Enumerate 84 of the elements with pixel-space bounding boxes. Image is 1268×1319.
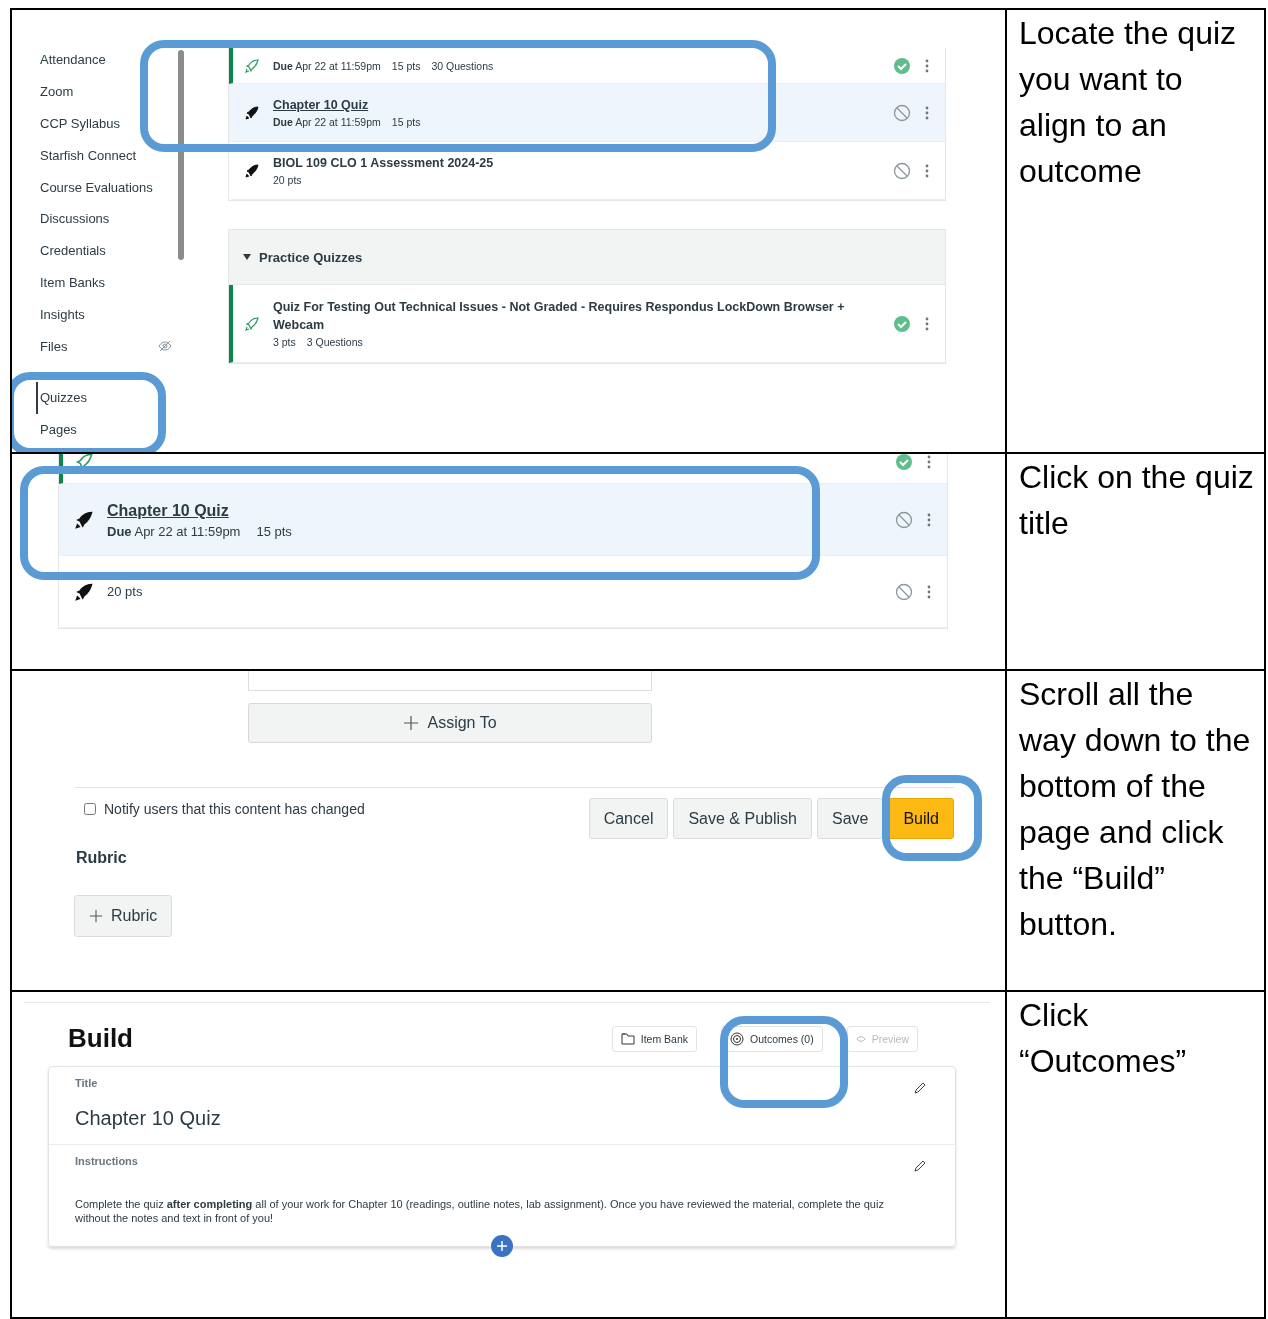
more-options-icon[interactable] — [927, 454, 931, 469]
more-options-icon[interactable] — [925, 163, 929, 178]
form-button[interactable]: Save & Publish — [673, 798, 812, 839]
course-nav-link[interactable]: Item Banks — [36, 266, 172, 299]
field-label: Instructions — [75, 1155, 138, 1167]
checkbox[interactable] — [84, 803, 96, 815]
quiz-row[interactable]: Due Apr 22 at 11:59pm 15 pts 30 Questions — [229, 48, 945, 84]
hidden-eye-icon — [158, 340, 172, 353]
quiz-title: Chapter 10 Quiz — [75, 1107, 222, 1130]
add-rubric-button[interactable]: Rubric — [74, 895, 173, 937]
more-options-icon[interactable] — [927, 512, 931, 527]
course-nav-link[interactable]: Course Evaluations — [36, 171, 172, 203]
quiz-meta: Due Apr 22 at 11:59pm — [273, 116, 381, 129]
rocket-icon — [245, 316, 259, 331]
more-options-icon[interactable] — [925, 316, 929, 331]
rocket-icon — [75, 510, 93, 529]
target-icon — [730, 1031, 745, 1046]
quiz-title-link[interactable]: Quiz For Testing Out Technical Issues - Not Graded - Requires Respondus LockDown Browser + Webcam — [273, 299, 879, 334]
edit-icon[interactable] — [913, 1159, 927, 1173]
plus-icon — [89, 909, 103, 923]
notify-checkbox[interactable]: Notify users that this content has changed — [84, 798, 365, 820]
course-nav-link[interactable]: CCP Syllabus — [36, 107, 172, 140]
more-options-icon[interactable] — [925, 105, 929, 120]
quiz-meta: Due Apr 22 at 11:59pm — [273, 59, 381, 72]
primary-button[interactable]: Build — [888, 798, 954, 839]
edit-icon[interactable] — [913, 1081, 927, 1095]
course-nav-link[interactable]: Files — [36, 330, 172, 362]
published-check-icon[interactable] — [893, 56, 911, 75]
form-button[interactable]: Save — [816, 798, 884, 839]
published-check-icon[interactable] — [893, 314, 911, 333]
field-label: Title — [75, 1077, 98, 1089]
quiz-meta: 15 pts — [391, 59, 421, 72]
quiz-meta: Due Apr 22 at 11:59pm — [107, 524, 241, 540]
folder-icon — [620, 1032, 635, 1045]
unpublished-icon[interactable] — [893, 103, 911, 122]
rocket-icon — [245, 105, 259, 120]
quiz-row[interactable]: Chapter 10 Quiz Due Apr 22 at 11:59pm 15 pts — [229, 84, 945, 142]
add-item-icon[interactable] — [491, 1234, 513, 1257]
assign-to-button[interactable]: Assign To — [248, 703, 652, 743]
rocket-icon — [75, 582, 93, 601]
quiz-title-link[interactable]: Chapter 10 Quiz — [273, 96, 879, 115]
instruction-text: Locate the quiz you want to align to an outcome — [1018, 14, 1238, 191]
quiz-meta: 20 pts — [273, 174, 302, 187]
more-options-icon[interactable] — [925, 58, 929, 73]
form-button[interactable]: Cancel — [588, 798, 669, 839]
toolbar-button[interactable]: Item Bank — [611, 1025, 698, 1052]
instructions-paragraph: Complete the quiz after completing all of your work for Chapter 10 (readings, outline notes, lab assignment). Once you have reviewed the material, complete the quiz without the notes and text in front of you! — [75, 1197, 885, 1226]
course-nav-link[interactable]: Zoom — [36, 75, 172, 108]
quiz-meta: 15 pts — [256, 524, 292, 540]
instruction-text: Click on the quiz title — [1018, 458, 1255, 543]
more-options-icon[interactable] — [927, 584, 931, 599]
scrollbar[interactable] — [178, 50, 184, 260]
instruction-text: Scroll all the way down to the bottom of the page and click the “Build” button. — [1018, 675, 1252, 944]
quiz-meta: 3 Questions — [306, 336, 363, 348]
quiz-title-link[interactable]: Chapter 10 Quiz — [107, 499, 881, 523]
eye-icon — [855, 1034, 866, 1043]
course-nav-link[interactable]: Insights — [36, 298, 172, 331]
quiz-meta: 3 pts — [273, 336, 296, 348]
course-nav-link[interactable]: Pages — [36, 413, 172, 446]
instruction-text: Click “Outcomes” — [1018, 996, 1188, 1081]
unpublished-icon[interactable] — [895, 510, 913, 529]
course-nav-link[interactable]: Discussions — [36, 203, 172, 235]
page-heading: Build — [68, 1023, 133, 1054]
course-nav-link[interactable]: Starfish Connect — [36, 139, 172, 172]
quiz-meta: 15 pts — [391, 116, 421, 129]
toolbar-button[interactable]: Outcomes (0) — [721, 1025, 823, 1052]
quiz-meta: 30 Questions — [431, 59, 494, 72]
rubric-heading: Rubric — [76, 849, 128, 867]
quiz-meta: 20 pts — [107, 584, 143, 599]
quiz-title-link[interactable]: BIOL 109 CLO 1 Assessment 2024-25 — [273, 154, 879, 173]
rocket-icon — [245, 163, 259, 178]
course-nav-link[interactable]: Credentials — [36, 234, 172, 267]
unpublished-icon[interactable] — [893, 161, 911, 180]
rocket-icon — [245, 58, 259, 73]
course-nav-link[interactable]: Attendance — [36, 44, 172, 76]
unpublished-icon[interactable] — [895, 582, 913, 601]
course-nav-link[interactable]: Quizzes — [36, 381, 172, 414]
published-check-icon[interactable] — [895, 454, 913, 471]
group-title: Practice Quizzes — [259, 249, 363, 265]
quiz-row[interactable]: Chapter 10 Quiz Due Apr 22 at 11:59pm 15 pts — [59, 484, 947, 556]
text-field[interactable] — [248, 671, 652, 691]
group-header[interactable]: Practice Quizzes — [228, 229, 946, 285]
plus-icon — [403, 715, 420, 731]
quiz-row[interactable]: Quiz For Testing Out Technical Issues - Not Graded - Requires Respondus LockDown Browser + Webcam 3 pts 3 Questions — [229, 285, 945, 363]
